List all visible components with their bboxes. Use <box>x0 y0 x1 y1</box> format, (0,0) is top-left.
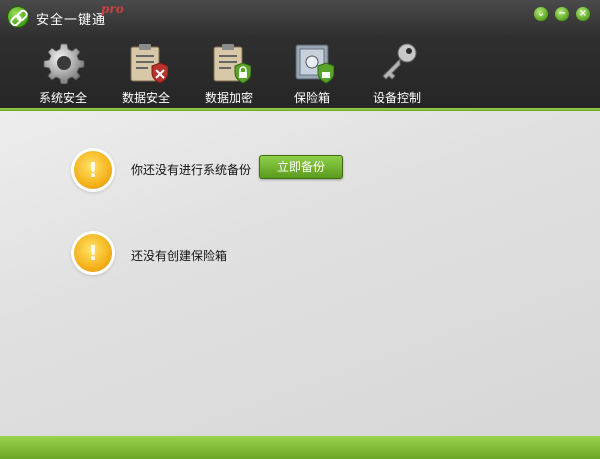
key-icon <box>382 43 417 80</box>
toolbar-item-data-security[interactable]: 数据安全 <box>106 38 186 108</box>
app-logo-icon <box>7 6 29 28</box>
title-bar: 安全一键通 pro ⌄ − × 系统安全 数据安全 数据加密 保险箱 设备控制 <box>0 0 600 108</box>
toolbar-item-vault[interactable]: 保险箱 <box>272 38 352 108</box>
toolbar-item-data-encryption[interactable]: 数据加密 <box>189 38 269 108</box>
toolbar-item-system-security[interactable]: 系统安全 <box>23 38 103 108</box>
gear-icon <box>43 43 85 84</box>
status-bar <box>0 436 600 459</box>
backup-now-button[interactable]: 立即备份 <box>259 155 343 179</box>
close-button[interactable]: × <box>576 7 590 21</box>
app-window: 安全一键通 pro ⌄ − × 系统安全 数据安全 数据加密 保险箱 设备控制 … <box>0 0 600 459</box>
toolbar-item-label: 数据加密 <box>204 91 253 105</box>
vault-warning-text: 还没有创建保险箱 <box>131 249 228 263</box>
toolbar-item-label: 数据安全 <box>121 91 170 105</box>
backup-warning-text: 你还没有进行系统备份 <box>131 163 252 177</box>
menu-button[interactable]: ⌄ <box>534 7 548 21</box>
backup-warning-icon: ! <box>74 151 112 189</box>
toolbar-item-device-control[interactable]: 设备控制 <box>357 38 437 108</box>
safe-icon <box>295 44 334 84</box>
toolbar-item-label: 系统安全 <box>38 91 87 105</box>
app-title: 安全一键通 <box>36 13 107 28</box>
vault-warning-icon: ! <box>74 234 112 272</box>
clipboard-shield-icon <box>130 44 168 84</box>
minimize-button[interactable]: − <box>555 7 569 21</box>
app-edition-badge: pro <box>101 2 124 16</box>
clipboard-lock-icon <box>213 44 251 84</box>
toolbar-item-label: 设备控制 <box>372 91 421 105</box>
toolbar-item-label: 保险箱 <box>293 91 330 105</box>
